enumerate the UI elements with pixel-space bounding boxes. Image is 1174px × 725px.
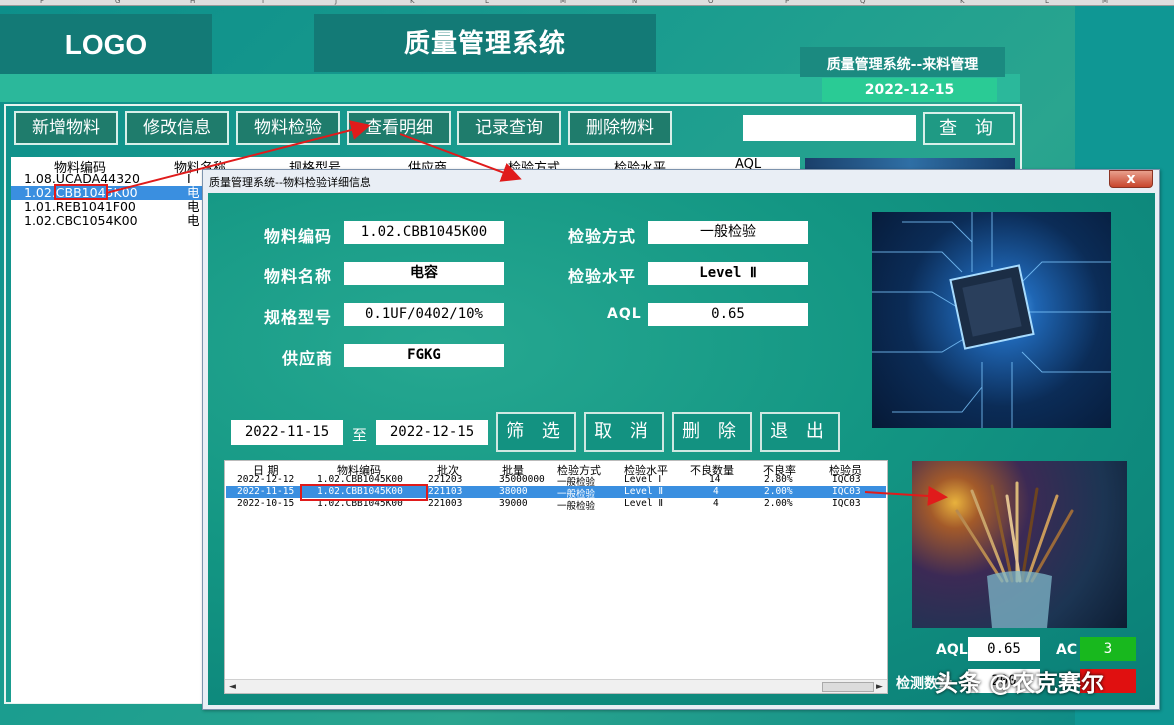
arrow-to-image [864,486,948,506]
annotation-arrows [105,120,948,506]
arrow-to-dialog [399,133,522,182]
arrow-to-view-details [105,120,371,194]
